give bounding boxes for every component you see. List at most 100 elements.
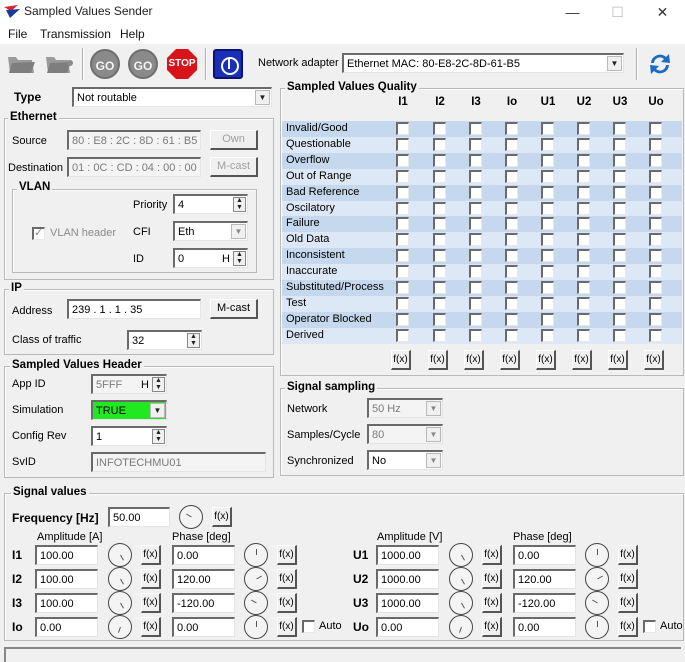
quality-checkbox[interactable] <box>505 312 518 326</box>
quality-checkbox[interactable] <box>577 296 590 310</box>
quality-checkbox[interactable] <box>433 312 446 326</box>
quality-checkbox[interactable] <box>396 312 409 326</box>
quality-checkbox[interactable] <box>469 265 482 279</box>
quality-checkbox[interactable] <box>433 328 446 342</box>
quality-checkbox[interactable] <box>613 153 626 167</box>
quality-fx-button[interactable]: f(x) <box>572 350 592 370</box>
quality-checkbox[interactable] <box>613 233 626 247</box>
phase-field[interactable]: -120.00 <box>172 593 235 613</box>
destination-mac-field[interactable]: 01 : 0C : CD : 04 : 00 : 00 <box>67 157 201 177</box>
phase-fx-button[interactable]: f(x) <box>618 617 638 637</box>
samples-per-cycle-select[interactable]: 80 ▼ <box>367 424 443 444</box>
phase-field[interactable]: -120.00 <box>513 593 576 613</box>
quality-checkbox[interactable] <box>649 281 662 294</box>
quality-checkbox[interactable] <box>649 153 662 167</box>
quality-fx-button[interactable]: f(x) <box>500 350 520 370</box>
quality-checkbox[interactable] <box>433 217 446 231</box>
quality-checkbox[interactable] <box>469 137 482 151</box>
frequency-fx-button[interactable]: f(x) <box>212 507 232 527</box>
auto-checkbox[interactable] <box>643 620 656 633</box>
phase-field[interactable]: 0.00 <box>513 617 576 637</box>
amplitude-fx-button[interactable]: f(x) <box>141 569 161 589</box>
quality-checkbox[interactable] <box>469 185 482 199</box>
quality-checkbox[interactable] <box>396 265 409 279</box>
phase-knob[interactable] <box>585 615 609 639</box>
amplitude-fx-button[interactable]: f(x) <box>482 545 502 565</box>
amplitude-knob[interactable] <box>449 591 473 615</box>
phase-fx-button[interactable]: f(x) <box>618 593 638 613</box>
phase-fx-button[interactable]: f(x) <box>618 569 638 589</box>
quality-checkbox[interactable] <box>541 265 554 279</box>
maximize-button[interactable]: ☐ <box>595 0 640 24</box>
quality-checkbox[interactable] <box>577 169 590 183</box>
amplitude-fx-button[interactable]: f(x) <box>482 569 502 589</box>
quality-checkbox[interactable] <box>649 169 662 183</box>
spin-arrows-icon[interactable]: ▲ ▼ <box>152 377 165 392</box>
quality-checkbox[interactable] <box>541 137 554 151</box>
svid-field[interactable]: INFOTECHMU01 <box>91 452 266 472</box>
phase-field[interactable]: 0.00 <box>172 617 235 637</box>
spin-arrows-icon[interactable]: ▲ ▼ <box>152 429 165 444</box>
quality-checkbox[interactable] <box>541 169 554 183</box>
quality-checkbox[interactable] <box>541 249 554 263</box>
phase-fx-button[interactable]: f(x) <box>277 569 297 589</box>
quality-checkbox[interactable] <box>649 296 662 310</box>
priority-spinner[interactable]: 4 ▲ ▼ <box>173 194 248 214</box>
quality-checkbox[interactable] <box>396 169 409 183</box>
menu-transmission[interactable]: Transmission <box>40 27 111 41</box>
phase-knob[interactable] <box>244 615 268 639</box>
quality-checkbox[interactable] <box>577 328 590 342</box>
phase-knob[interactable] <box>585 543 609 567</box>
quality-checkbox[interactable] <box>577 249 590 263</box>
folder-open-icon[interactable] <box>6 49 36 79</box>
quality-checkbox[interactable] <box>649 265 662 279</box>
quality-checkbox[interactable] <box>505 281 518 294</box>
amplitude-knob[interactable] <box>108 567 132 591</box>
amplitude-field[interactable]: 1000.00 <box>376 593 439 613</box>
quality-fx-button[interactable]: f(x) <box>644 350 664 370</box>
quality-checkbox[interactable] <box>396 296 409 310</box>
folder-save-icon[interactable] <box>44 49 74 79</box>
close-button[interactable]: ✕ <box>640 0 685 24</box>
quality-fx-button[interactable]: f(x) <box>428 350 448 370</box>
phase-fx-button[interactable]: f(x) <box>277 545 297 565</box>
quality-checkbox[interactable] <box>469 312 482 326</box>
quality-checkbox[interactable] <box>433 153 446 167</box>
phase-field[interactable]: 120.00 <box>513 569 576 589</box>
synchronized-select[interactable]: No ▼ <box>367 450 443 470</box>
quality-checkbox[interactable] <box>433 169 446 183</box>
quality-checkbox[interactable] <box>469 122 482 135</box>
quality-checkbox[interactable] <box>505 169 518 183</box>
phase-knob[interactable] <box>585 567 609 591</box>
frequency-knob[interactable] <box>179 505 203 529</box>
mcast-button[interactable]: M-cast <box>210 157 258 177</box>
amplitude-field[interactable]: 0.00 <box>35 617 98 637</box>
quality-checkbox[interactable] <box>577 201 590 215</box>
amplitude-field[interactable]: 100.00 <box>35 545 98 565</box>
quality-checkbox[interactable] <box>469 249 482 263</box>
quality-checkbox[interactable] <box>396 328 409 342</box>
quality-checkbox[interactable] <box>505 201 518 215</box>
quality-checkbox[interactable] <box>469 233 482 247</box>
network-adapter-select[interactable]: Ethernet MAC: 80-E8-2C-8D-61-B5 ▼ <box>342 53 624 73</box>
quality-checkbox[interactable] <box>577 185 590 199</box>
quality-checkbox[interactable] <box>613 137 626 151</box>
quality-fx-button[interactable]: f(x) <box>391 350 411 370</box>
ip-mcast-button[interactable]: M-cast <box>210 299 258 319</box>
quality-checkbox[interactable] <box>613 122 626 135</box>
quality-checkbox[interactable] <box>505 217 518 231</box>
amplitude-knob[interactable] <box>108 591 132 615</box>
quality-checkbox[interactable] <box>613 249 626 263</box>
quality-checkbox[interactable] <box>577 233 590 247</box>
quality-checkbox[interactable] <box>505 137 518 151</box>
quality-checkbox[interactable] <box>505 265 518 279</box>
config-rev-spinner[interactable]: 1 ▲ ▼ <box>91 426 167 446</box>
stop-button[interactable]: STOP <box>167 49 197 79</box>
quality-checkbox[interactable] <box>577 122 590 135</box>
ip-address-field[interactable]: 239 . 1 . 1 . 35 <box>67 299 201 319</box>
vlan-header-checkbox[interactable] <box>32 226 45 240</box>
quality-checkbox[interactable] <box>649 312 662 326</box>
quality-checkbox[interactable] <box>396 217 409 231</box>
type-select[interactable]: Not routable ▼ <box>72 87 272 107</box>
quality-checkbox[interactable] <box>541 185 554 199</box>
